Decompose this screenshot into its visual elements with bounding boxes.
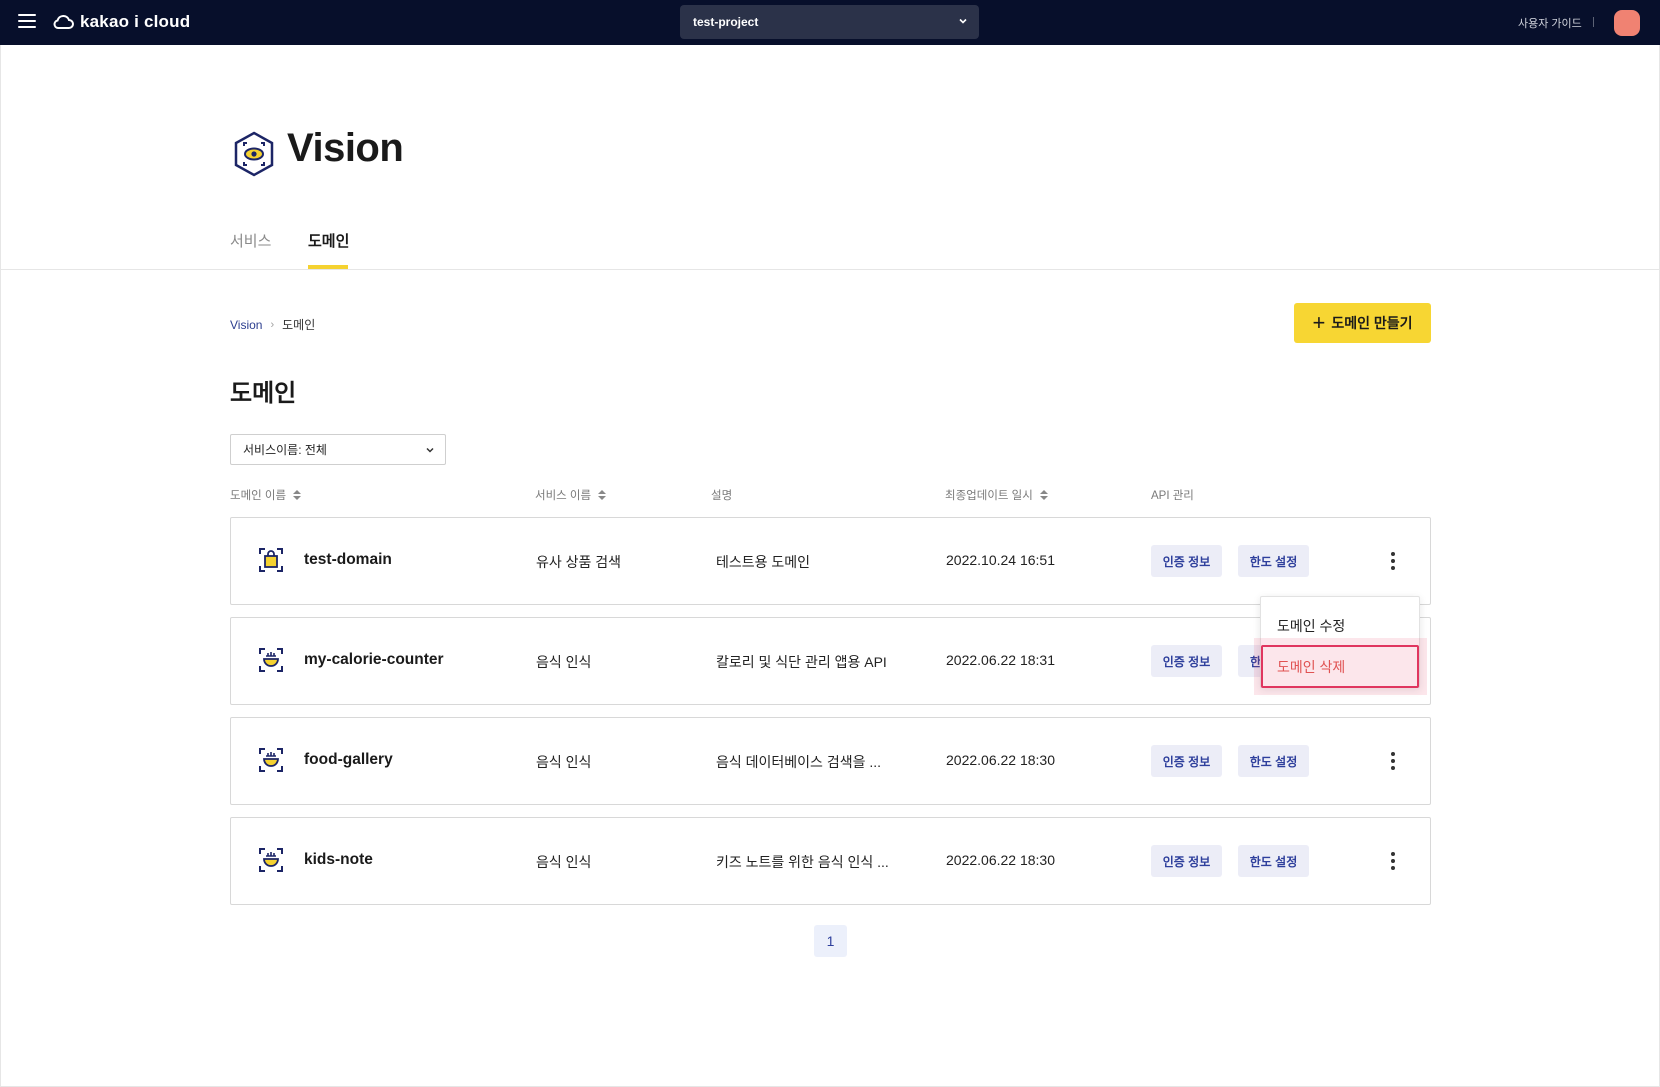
food-bowl-icon bbox=[259, 848, 283, 872]
kakao-i-cloud-logo[interactable]: kakao i cloud bbox=[52, 10, 190, 34]
edit-domain-menu-item[interactable]: 도메인 수정 bbox=[1277, 616, 1345, 636]
cloud-icon bbox=[53, 14, 74, 29]
table-row: kids-note 음식 인식 키즈 노트를 위한 음식 인식 ... 2022… bbox=[230, 817, 1431, 905]
auth-info-button[interactable]: 인증 정보 bbox=[1151, 845, 1222, 877]
updated-at: 2022.06.22 18:30 bbox=[946, 852, 1055, 868]
chevron-down-icon bbox=[426, 447, 434, 453]
chevron-right-icon: › bbox=[270, 318, 275, 331]
delete-domain-menu-item[interactable]: 도메인 삭제 bbox=[1261, 645, 1419, 688]
header-domain-name[interactable]: 도메인 이름 bbox=[230, 487, 302, 503]
service-filter-value: 서비스이름: 전체 bbox=[243, 443, 327, 457]
description: 테스트용 도메인 bbox=[716, 554, 811, 570]
sort-icon bbox=[598, 490, 607, 500]
service-name: 음식 인식 bbox=[536, 854, 592, 870]
breadcrumb: Vision › 도메인 bbox=[230, 316, 315, 333]
service-name: 유사 상품 검색 bbox=[536, 554, 622, 570]
table-row: test-domain 유사 상품 검색 테스트용 도메인 2022.10.24… bbox=[230, 517, 1431, 605]
domain-name-link[interactable]: kids-note bbox=[304, 851, 373, 869]
limit-setting-button[interactable]: 한도 설정 bbox=[1238, 745, 1309, 777]
description: 칼로리 및 식단 관리 앱용 API bbox=[716, 654, 887, 670]
limit-setting-button[interactable]: 한도 설정 bbox=[1238, 845, 1309, 877]
sort-icon bbox=[1039, 490, 1048, 500]
service-name: 음식 인식 bbox=[536, 654, 592, 670]
user-guide-link[interactable]: 사용자 가이드 bbox=[1518, 15, 1582, 31]
section-title: 도메인 bbox=[230, 380, 297, 407]
more-options-icon[interactable] bbox=[1381, 749, 1405, 773]
more-options-icon[interactable] bbox=[1381, 549, 1405, 573]
vision-service-icon bbox=[234, 131, 274, 177]
hamburger-menu-icon[interactable] bbox=[18, 14, 36, 30]
tab-divider bbox=[0, 269, 1660, 270]
logo-text: kakao i cloud bbox=[80, 12, 191, 31]
food-bowl-icon bbox=[259, 648, 283, 672]
top-navigation-bar: kakao i cloud test-project 사용자 가이드 bbox=[0, 0, 1660, 45]
updated-at: 2022.10.24 16:51 bbox=[946, 552, 1055, 568]
food-bowl-icon bbox=[259, 748, 283, 772]
chevron-down-icon bbox=[959, 18, 967, 24]
page-title: Vision bbox=[287, 126, 404, 170]
header-description: 설명 bbox=[711, 490, 733, 502]
more-options-icon[interactable] bbox=[1381, 849, 1405, 873]
avatar[interactable] bbox=[1614, 10, 1640, 36]
table-row: my-calorie-counter 음식 인식 칼로리 및 식단 관리 앱용 … bbox=[230, 617, 1431, 705]
domain-name-link[interactable]: my-calorie-counter bbox=[304, 651, 444, 669]
header-api-management: API 관리 bbox=[1151, 490, 1194, 502]
plus-icon: + bbox=[1312, 310, 1326, 335]
project-name: test-project bbox=[693, 15, 759, 29]
domain-name-link[interactable]: test-domain bbox=[304, 551, 392, 569]
updated-at: 2022.06.22 18:31 bbox=[946, 652, 1055, 668]
header-updated-at-label: 최종업데이트 일시 bbox=[945, 490, 1033, 502]
create-domain-button[interactable]: + 도메인 만들기 bbox=[1294, 303, 1431, 343]
updated-at: 2022.06.22 18:30 bbox=[946, 752, 1055, 768]
divider bbox=[1593, 17, 1594, 27]
domain-name-link[interactable]: food-gallery bbox=[304, 751, 393, 769]
project-selector[interactable]: test-project bbox=[680, 5, 979, 39]
breadcrumb-current: 도메인 bbox=[282, 318, 316, 332]
pagination-page-1[interactable]: 1 bbox=[814, 925, 847, 957]
header-domain-name-label: 도메인 이름 bbox=[230, 490, 287, 502]
breadcrumb-vision-link[interactable]: Vision bbox=[230, 318, 262, 332]
create-domain-label: 도메인 만들기 bbox=[1331, 315, 1413, 331]
auth-info-button[interactable]: 인증 정보 bbox=[1151, 645, 1222, 677]
tab-domain[interactable]: 도메인 bbox=[308, 230, 349, 251]
description: 키즈 노트를 위한 음식 인식 ... bbox=[716, 854, 889, 870]
auth-info-button[interactable]: 인증 정보 bbox=[1151, 545, 1222, 577]
table-row: food-gallery 음식 인식 음식 데이터베이스 검색을 ... 202… bbox=[230, 717, 1431, 805]
service-filter-select[interactable]: 서비스이름: 전체 bbox=[230, 434, 446, 465]
auth-info-button[interactable]: 인증 정보 bbox=[1151, 745, 1222, 777]
limit-setting-button[interactable]: 한도 설정 bbox=[1238, 545, 1309, 577]
header-updated-at[interactable]: 최종업데이트 일시 bbox=[945, 487, 1048, 503]
sort-icon bbox=[293, 490, 302, 500]
header-service-name[interactable]: 서비스 이름 bbox=[535, 487, 607, 503]
tab-service[interactable]: 서비스 bbox=[230, 230, 271, 251]
delete-domain-label: 도메인 삭제 bbox=[1277, 659, 1346, 675]
shopping-bag-icon bbox=[259, 548, 283, 572]
header-service-name-label: 서비스 이름 bbox=[535, 490, 592, 502]
service-name: 음식 인식 bbox=[536, 754, 592, 770]
description: 음식 데이터베이스 검색을 ... bbox=[716, 754, 882, 770]
